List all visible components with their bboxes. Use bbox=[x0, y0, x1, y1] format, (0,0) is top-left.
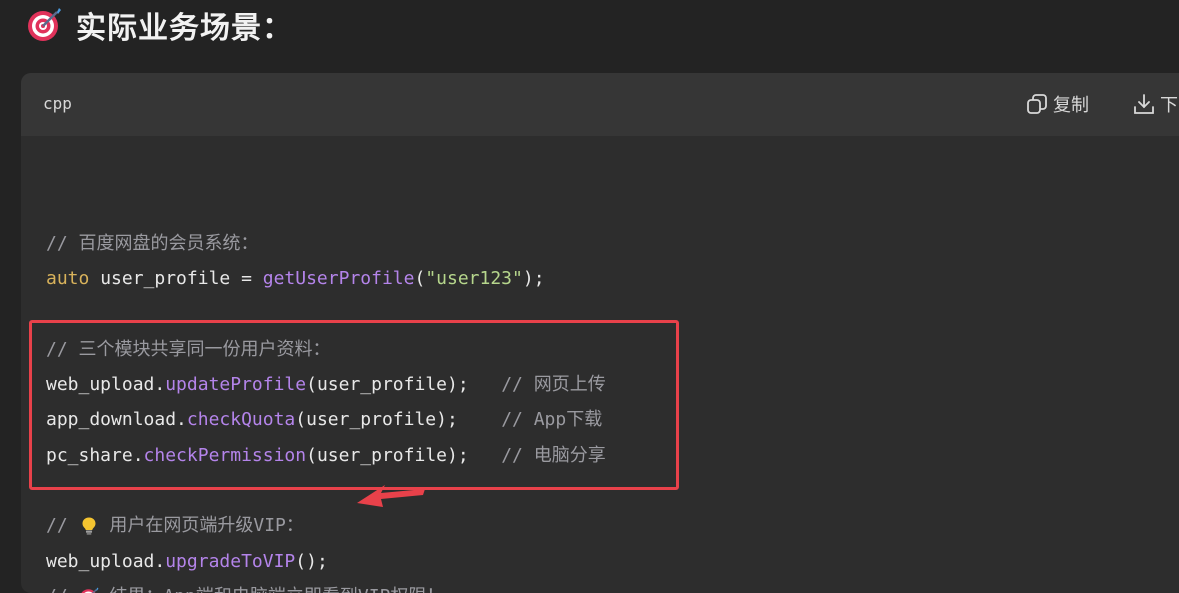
code-comment: 用户在网页端升级VIP： bbox=[98, 515, 304, 536]
code-keyword: auto bbox=[46, 268, 90, 289]
code-object: pc_share. bbox=[46, 445, 144, 466]
code-string: "user123" bbox=[425, 268, 523, 289]
code-language-label: cpp bbox=[43, 94, 72, 113]
annotation-arrow-icon bbox=[357, 485, 425, 507]
code-line: web_upload. updateProfile (user_profile); … bbox=[46, 370, 606, 400]
code-comment-prefix: // bbox=[46, 582, 79, 593]
code-comment-prefix: // bbox=[46, 515, 79, 536]
code-line: // 结果：App端和电脑端立即看到VIP权限！ bbox=[46, 582, 444, 593]
code-punct: ); bbox=[522, 268, 545, 289]
code-function: upgradeToVIP bbox=[165, 551, 296, 572]
code-comment: // 电脑分享 bbox=[501, 445, 606, 466]
section-title: 实际业务场景： bbox=[76, 11, 293, 46]
code-line: // 百度网盘的会员系统： bbox=[46, 229, 259, 259]
code-comment: // 网页上传 bbox=[501, 374, 606, 395]
section-heading: 实际业务场景： bbox=[26, 2, 293, 48]
code-line: web_upload. upgradeToVIP (); bbox=[46, 547, 328, 577]
copy-button-label: 复制 bbox=[1053, 95, 1089, 116]
code-function: checkPermission bbox=[143, 445, 307, 466]
code-padding bbox=[469, 370, 502, 400]
lightbulb-icon bbox=[82, 517, 96, 535]
code-function: getUserProfile bbox=[262, 268, 415, 289]
code-line: // 用户在网页端升级VIP： bbox=[46, 511, 304, 541]
code-identifier: user_profile = bbox=[89, 268, 263, 289]
code-line: // 三个模块共享同一份用户资料： bbox=[46, 335, 331, 365]
code-comment: 结果：App端和电脑端立即看到VIP权限！ bbox=[99, 582, 444, 593]
code-args: (); bbox=[295, 551, 328, 572]
download-button[interactable]: 下 bbox=[1132, 91, 1178, 117]
code-block-header: cpp 复制 下 bbox=[21, 73, 1179, 136]
code-line: auto user_profile = getUserProfile("user… bbox=[46, 264, 545, 294]
code-object: web_upload. bbox=[46, 374, 166, 395]
code-line: app_download. checkQuota (user_profile); /… bbox=[46, 405, 602, 435]
code-line: pc_share. checkPermission (user_profile); … bbox=[46, 441, 606, 471]
code-args: (user_profile); bbox=[295, 409, 458, 430]
target-icon bbox=[28, 8, 61, 41]
code-padding bbox=[458, 405, 501, 435]
target-icon bbox=[80, 587, 98, 593]
code-padding bbox=[469, 441, 502, 471]
code-punct: ( bbox=[414, 268, 426, 289]
download-icon bbox=[1134, 94, 1154, 114]
code-object: app_download. bbox=[46, 409, 187, 430]
code-comment: // 百度网盘的会员系统： bbox=[46, 233, 259, 254]
code-block: cpp 复制 下 // 百度网盘的会员系统： auto user_profile… bbox=[21, 73, 1179, 593]
code-args: (user_profile); bbox=[306, 445, 469, 466]
code-comment: // App下载 bbox=[501, 409, 603, 430]
code-comment: // 三个模块共享同一份用户资料： bbox=[46, 339, 331, 360]
code-object: web_upload. bbox=[46, 551, 166, 572]
copy-icon bbox=[1027, 94, 1047, 114]
copy-button[interactable]: 复制 bbox=[1025, 91, 1089, 117]
code-function: updateProfile bbox=[165, 374, 307, 395]
code-args: (user_profile); bbox=[306, 374, 469, 395]
download-button-label: 下 bbox=[1160, 95, 1178, 116]
code-function: checkQuota bbox=[186, 409, 296, 430]
